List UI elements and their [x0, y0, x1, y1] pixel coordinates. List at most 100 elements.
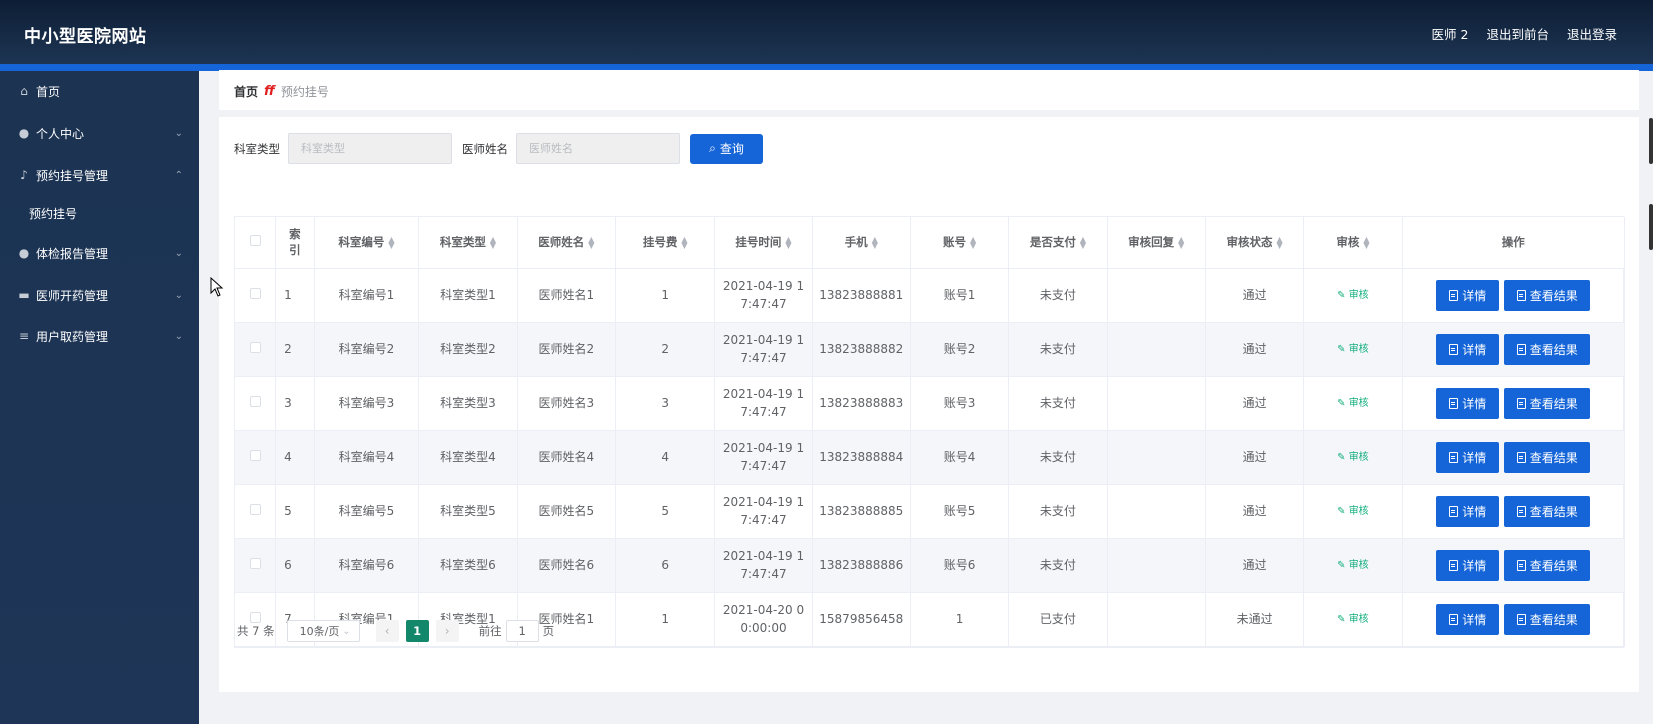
- view-result-button[interactable]: 查看结果: [1504, 603, 1591, 635]
- review-link-label: 审核: [1348, 506, 1369, 517]
- column-header-review-reply[interactable]: 审核回复 ▲ ▼: [1107, 217, 1206, 269]
- sort-icon[interactable]: ▲ ▼: [872, 235, 878, 249]
- cell-time: 2021-04-19 1 7:47:47: [714, 538, 813, 593]
- sidebar-item-personal-center[interactable]: ● 个人中心 ⌄: [0, 113, 199, 153]
- column-header-review-status[interactable]: 审核状态 ▲ ▼: [1205, 217, 1305, 269]
- sort-icon[interactable]: ▲ ▼: [588, 235, 594, 249]
- sidebar-subitem-appointment[interactable]: 预约挂号: [0, 195, 199, 231]
- cell-fee: 1: [615, 268, 716, 323]
- column-header-account[interactable]: 账号 ▲ ▼: [910, 217, 1010, 269]
- cell-actions: 详情 查看结果: [1402, 538, 1626, 593]
- select-all-cell: [235, 217, 277, 269]
- cell-account: 账号1: [910, 268, 1010, 323]
- review-link[interactable]: ✎ 审核: [1337, 614, 1369, 625]
- column-header-dept-type[interactable]: 科室类型 ▲ ▼: [418, 217, 518, 269]
- sort-icon[interactable]: ▲ ▼: [1277, 235, 1283, 249]
- cell-value: 13823888882: [819, 342, 904, 356]
- page-number-current[interactable]: 1: [405, 620, 429, 642]
- detail-button[interactable]: 详情: [1436, 549, 1500, 581]
- select-all-checkbox[interactable]: [249, 235, 261, 247]
- dept-type-input[interactable]: [288, 133, 452, 164]
- column-header-fee[interactable]: 挂号费 ▲ ▼: [615, 217, 716, 269]
- doctor-name-input[interactable]: [516, 133, 680, 164]
- sort-icon[interactable]: ▲ ▼: [388, 235, 394, 249]
- cell-account: 账号5: [910, 484, 1010, 539]
- detail-button[interactable]: 详情: [1436, 333, 1500, 365]
- chevron-down-icon: ⌄: [174, 127, 183, 139]
- view-result-button[interactable]: 查看结果: [1504, 333, 1591, 365]
- review-link[interactable]: ✎ 审核: [1337, 452, 1369, 463]
- sort-icon[interactable]: ▲ ▼: [785, 235, 791, 249]
- sidebar-item-appointment-management[interactable]: ♪ 预约挂号管理 ⌃: [0, 155, 199, 195]
- column-header-doctor-name[interactable]: 医师姓名 ▲ ▼: [517, 217, 616, 269]
- search-button[interactable]: ⌕ 查询: [690, 133, 763, 164]
- row-checkbox[interactable]: [249, 342, 261, 353]
- detail-button-label: 详情: [1462, 612, 1487, 627]
- sidebar-item-prescription[interactable]: ▬ 医师开药管理 ⌄: [0, 275, 199, 315]
- sidebar: ⌂ 首页 ● 个人中心 ⌄ ♪ 预约挂号管理 ⌃ 预约挂号 ● 体检报告管理 ⌄…: [0, 71, 199, 724]
- sort-icon[interactable]: ▲ ▼: [681, 235, 687, 249]
- back-to-front-link[interactable]: 退出到前台: [1486, 24, 1549, 43]
- view-result-button[interactable]: 查看结果: [1504, 441, 1591, 473]
- row-select-cell: [235, 268, 277, 323]
- view-result-button[interactable]: 查看结果: [1504, 387, 1591, 419]
- column-header-dept-no[interactable]: 科室编号 ▲ ▼: [314, 217, 420, 269]
- sort-icon[interactable]: ▲ ▼: [1178, 235, 1184, 249]
- review-link[interactable]: ✎ 审核: [1337, 398, 1369, 409]
- cell-dept-type: 科室类型2: [418, 322, 518, 377]
- scrollbar-thumb[interactable]: [1649, 204, 1653, 250]
- detail-button[interactable]: 详情: [1436, 387, 1500, 419]
- cell-paid: 未支付: [1008, 376, 1108, 431]
- document-icon: [1516, 505, 1526, 517]
- edit-icon: ✎: [1337, 614, 1349, 625]
- row-checkbox[interactable]: [249, 396, 261, 407]
- detail-button[interactable]: 详情: [1436, 495, 1500, 527]
- prev-page-button[interactable]: ‹: [375, 620, 399, 642]
- column-header-phone[interactable]: 手机 ▲ ▼: [812, 217, 911, 269]
- sort-icon[interactable]: ▲ ▼: [1080, 235, 1086, 249]
- next-page-button[interactable]: ›: [435, 620, 459, 642]
- detail-button[interactable]: 详情: [1436, 441, 1500, 473]
- review-link[interactable]: ✎ 审核: [1337, 506, 1369, 517]
- view-result-button-label: 查看结果: [1529, 396, 1578, 411]
- sort-icon[interactable]: ▲ ▼: [970, 235, 976, 249]
- document-icon: [1449, 505, 1459, 517]
- cell-review-reply: [1107, 430, 1206, 485]
- sort-icon[interactable]: ▲ ▼: [1363, 235, 1369, 249]
- scrollbar-thumb[interactable]: [1649, 118, 1653, 164]
- sort-icon[interactable]: ▲ ▼: [490, 235, 496, 249]
- column-header-time[interactable]: 挂号时间 ▲ ▼: [714, 217, 813, 269]
- column-header-paid[interactable]: 是否支付 ▲ ▼: [1008, 217, 1108, 269]
- cell-value: 3: [284, 396, 292, 410]
- sidebar-item-pickup[interactable]: ≡ 用户取药管理 ⌄: [0, 316, 199, 356]
- review-link[interactable]: ✎ 审核: [1337, 290, 1369, 301]
- row-checkbox[interactable]: [249, 288, 261, 299]
- sidebar-item-checkup-report[interactable]: ● 体检报告管理 ⌄: [0, 233, 199, 273]
- row-checkbox[interactable]: [249, 450, 261, 461]
- sidebar-item-home[interactable]: ⌂ 首页: [0, 71, 199, 111]
- cell-value: 医师姓名4: [538, 450, 595, 464]
- review-link-label: 审核: [1348, 560, 1369, 571]
- view-result-button[interactable]: 查看结果: [1504, 279, 1591, 311]
- cell-doctor-name: 医师姓名4: [517, 430, 616, 485]
- logout-link[interactable]: 退出登录: [1567, 24, 1617, 43]
- detail-button[interactable]: 详情: [1436, 603, 1500, 635]
- goto-page-input[interactable]: [505, 620, 539, 642]
- cell-dept-no: 科室编号5: [314, 484, 420, 539]
- page-size-select[interactable]: 10条/页 ⌄: [286, 620, 360, 642]
- review-link[interactable]: ✎ 审核: [1337, 560, 1369, 571]
- document-icon: [1516, 451, 1526, 463]
- row-checkbox[interactable]: [249, 558, 261, 569]
- cell-review: ✎ 审核: [1303, 268, 1403, 323]
- detail-button[interactable]: 详情: [1436, 279, 1500, 311]
- column-header-review[interactable]: 审核 ▲ ▼: [1303, 217, 1403, 269]
- pagination-total: 共 7 条: [237, 624, 275, 638]
- cell-value: 账号4: [943, 450, 976, 464]
- review-link[interactable]: ✎ 审核: [1337, 344, 1369, 355]
- view-result-button[interactable]: 查看结果: [1504, 549, 1591, 581]
- current-user[interactable]: 医师 2: [1432, 24, 1469, 43]
- breadcrumb-home[interactable]: 首页: [234, 83, 258, 100]
- cell-value: 6: [661, 558, 669, 572]
- row-checkbox[interactable]: [249, 504, 261, 515]
- view-result-button[interactable]: 查看结果: [1504, 495, 1591, 527]
